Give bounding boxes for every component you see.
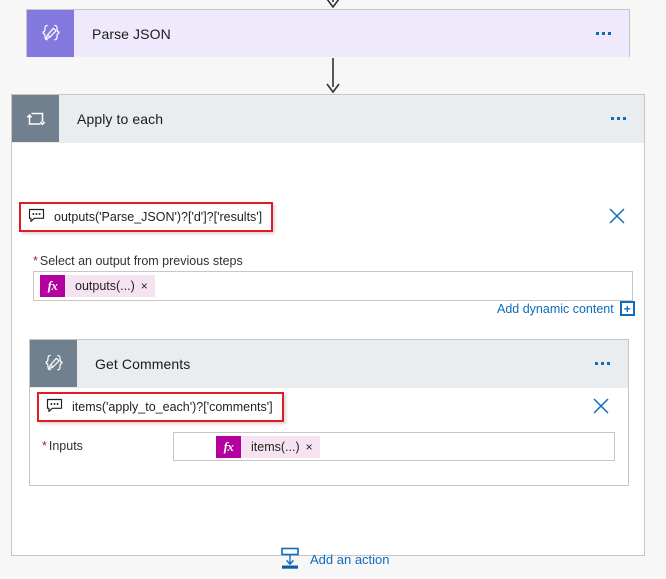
apply-to-each-header[interactable]: Apply to each (12, 95, 644, 143)
dynamic-token-outputs[interactable]: fx outputs(...) × (40, 275, 155, 297)
required-asterisk: * (33, 254, 38, 268)
more-options-icon[interactable] (592, 95, 644, 142)
select-output-input[interactable]: fx outputs(...) × (33, 271, 633, 301)
braces-pencil-icon (30, 340, 77, 387)
expression-callout-text: outputs('Parse_JSON')?['d']?['results'] (54, 210, 263, 224)
parse-json-header[interactable]: Parse JSON (27, 10, 629, 57)
inputs-field[interactable]: fx items(...) × (173, 432, 615, 461)
braces-pencil-icon (27, 10, 74, 57)
clear-input-button-get-comments[interactable] (590, 395, 612, 417)
fx-icon: fx (40, 275, 65, 297)
parse-json-title: Parse JSON (92, 25, 171, 42)
flow-designer-canvas: Parse JSON Apply to each outputs('Parse_… (0, 0, 666, 579)
insert-action-icon (278, 546, 302, 573)
add-dynamic-content-label: Add dynamic content (497, 301, 614, 316)
expression-callout-get-comments: items('apply_to_each')?['comments'] (37, 392, 284, 422)
plus-icon: + (619, 301, 635, 316)
clear-input-button-apply-to-each[interactable] (606, 205, 628, 227)
dynamic-token-items[interactable]: fx items(...) × (216, 435, 320, 458)
token-remove-button[interactable]: × (141, 279, 155, 293)
get-comments-title: Get Comments (95, 355, 191, 372)
token-label: outputs(...) (75, 279, 135, 293)
field-label-select-output: * Select an output from previous steps (33, 254, 243, 268)
connector-arrow-top (0, 0, 666, 8)
field-label-text: Inputs (48, 439, 83, 453)
add-dynamic-content-button[interactable]: Add dynamic content + (497, 301, 635, 316)
add-an-action-button[interactable]: Add an action (278, 546, 390, 573)
field-label-text: Select an output from previous steps (39, 254, 243, 268)
action-card-parse-json[interactable]: Parse JSON (26, 9, 630, 57)
expression-callout-text: items('apply_to_each')?['comments'] (72, 400, 273, 414)
action-card-get-comments[interactable]: Get Comments items('apply_to_each')?['co… (29, 339, 629, 486)
token-remove-button[interactable]: × (306, 440, 320, 454)
loop-icon (12, 95, 59, 142)
speech-bubble-icon (46, 398, 63, 416)
get-comments-header[interactable]: Get Comments (30, 340, 628, 388)
more-options-icon[interactable] (577, 10, 629, 57)
speech-bubble-icon (28, 208, 45, 226)
expression-callout-apply-to-each: outputs('Parse_JSON')?['d']?['results'] (19, 202, 274, 232)
more-options-icon[interactable] (576, 340, 628, 387)
apply-to-each-title: Apply to each (77, 110, 164, 127)
connector-arrow-middle (0, 58, 666, 94)
required-asterisk: * (42, 439, 47, 453)
field-label-inputs: * Inputs (42, 439, 83, 453)
add-an-action-label: Add an action (310, 552, 390, 567)
action-card-apply-to-each[interactable]: Apply to each outputs('Parse_JSON')?['d'… (11, 94, 645, 569)
token-label: items(...) (251, 439, 300, 454)
fx-icon: fx (216, 435, 241, 458)
